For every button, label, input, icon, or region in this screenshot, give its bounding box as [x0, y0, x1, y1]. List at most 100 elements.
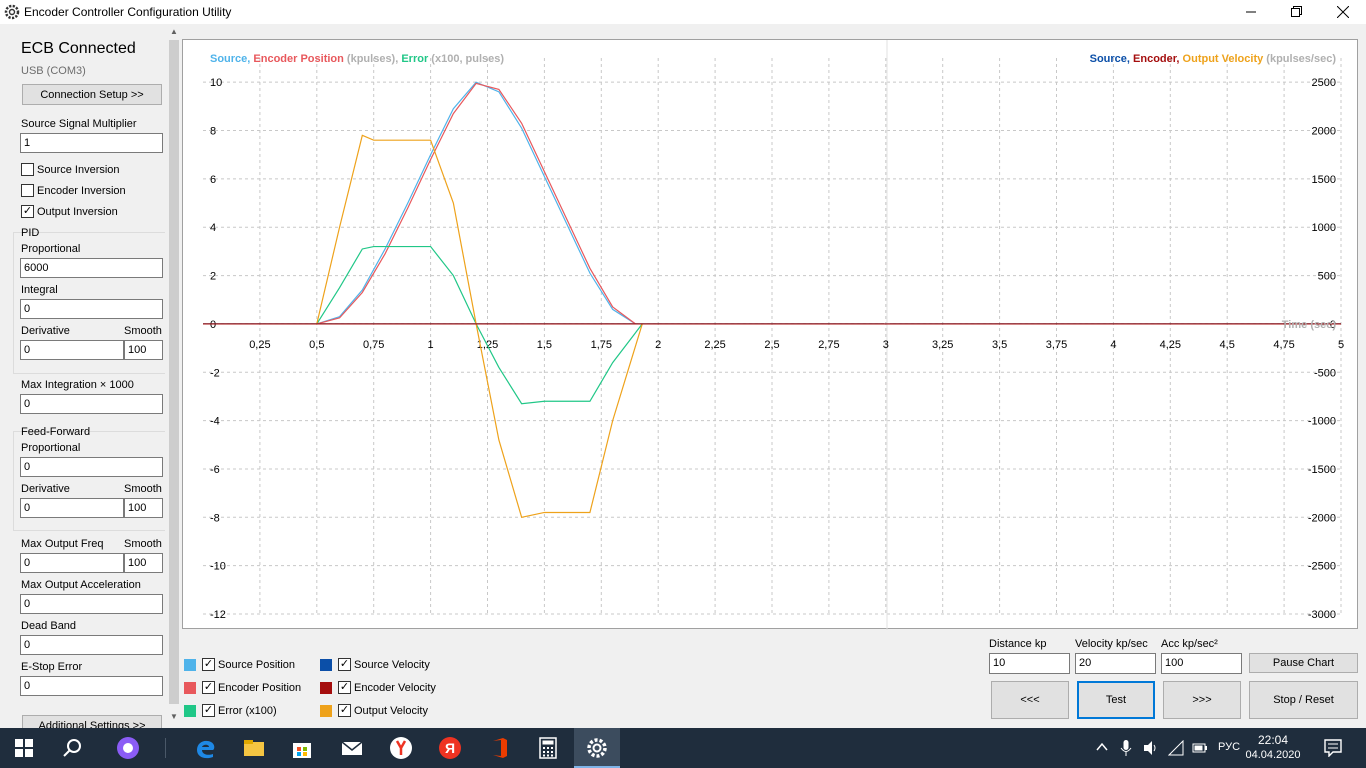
- network-icon[interactable]: [1168, 740, 1184, 756]
- active-app-tab[interactable]: [574, 728, 620, 768]
- max-integration-input[interactable]: 0: [20, 394, 163, 414]
- file-explorer-icon[interactable]: [242, 736, 266, 760]
- source-velocity-swatch: [320, 658, 332, 671]
- y-left-tick-label: -2: [210, 367, 220, 379]
- svg-text:Я: Я: [445, 740, 455, 756]
- volume-icon[interactable]: [1143, 740, 1159, 756]
- stop-reset-button[interactable]: Stop / Reset: [1249, 681, 1358, 719]
- yandex-browser-icon[interactable]: [389, 736, 413, 760]
- encoder-inversion-box[interactable]: [21, 184, 34, 197]
- edge-browser-icon[interactable]: [193, 736, 217, 760]
- encoder-position-checkbox[interactable]: ✓: [202, 681, 215, 694]
- ff-derivative-label: Derivative: [21, 483, 70, 495]
- additional-settings-button[interactable]: Additional Settings >>: [22, 715, 162, 728]
- scroll-down-icon[interactable]: ▼: [170, 712, 178, 721]
- clock-date[interactable]: 04.04.2020: [1243, 749, 1303, 761]
- scroll-up-icon[interactable]: ▲: [170, 27, 178, 36]
- y-right-tick-label: -3000: [1308, 609, 1336, 621]
- pid-integral-input[interactable]: 0: [20, 299, 163, 319]
- calculator-icon[interactable]: [536, 736, 560, 760]
- output-inversion-box[interactable]: ✓: [21, 205, 34, 218]
- store-icon[interactable]: [290, 736, 314, 760]
- max-output-acc-input[interactable]: 0: [20, 594, 163, 614]
- pid-derivative-input[interactable]: 0: [20, 340, 124, 360]
- legend-source-position[interactable]: ✓ Source Position: [184, 658, 295, 671]
- chart-panel: 0,25 0,5 0,75 1 1,25 1,5 1,75 2 2,25 2,5 2,75 3 3,25…: [182, 39, 1358, 630]
- right-chart-title: Source, Encoder, Output Velocity (kpulse…: [1090, 53, 1337, 65]
- gear-icon: [587, 738, 607, 758]
- legend-encoder-position[interactable]: ✓ Encoder Position: [184, 681, 301, 694]
- source-multiplier-input[interactable]: 1: [20, 133, 163, 153]
- language-indicator[interactable]: РУС: [1218, 741, 1240, 753]
- x-tick-label: 1: [428, 339, 434, 351]
- max-output-acc-label: Max Output Acceleration: [21, 579, 141, 591]
- restore-button[interactable]: [1274, 0, 1320, 24]
- ff-smooth-label: Smooth: [124, 483, 162, 495]
- x-tick-label: 3,25: [932, 339, 953, 351]
- battery-icon[interactable]: [1192, 740, 1208, 756]
- velocity-input[interactable]: 20: [1075, 653, 1156, 674]
- distance-label: Distance kp: [989, 638, 1047, 650]
- pause-chart-button[interactable]: Pause Chart: [1249, 653, 1358, 673]
- mail-icon[interactable]: [340, 736, 364, 760]
- legend-encoder-velocity[interactable]: ✓ Encoder Velocity: [320, 681, 436, 694]
- estop-input[interactable]: 0: [20, 676, 163, 696]
- search-icon[interactable]: [60, 736, 84, 760]
- output-velocity-checkbox[interactable]: ✓: [338, 704, 351, 717]
- left-chart-title: Source, Encoder Position (kpulses), Erro…: [210, 53, 504, 65]
- pid-smooth-input[interactable]: 100: [124, 340, 163, 360]
- x-tick-label: 2: [655, 339, 661, 351]
- max-output-freq-input[interactable]: 0: [20, 553, 124, 573]
- chart: 0,25 0,5 0,75 1 1,25 1,5 1,75 2 2,25 2,5 2,75 3 3,25…: [203, 40, 1344, 630]
- encoder-inversion-label: Encoder Inversion: [37, 184, 126, 197]
- microphone-icon[interactable]: [1120, 739, 1132, 757]
- notification-icon[interactable]: [1324, 739, 1342, 757]
- max-output-freq-smooth-input[interactable]: 100: [124, 553, 163, 573]
- ff-smooth-input[interactable]: 100: [124, 498, 163, 518]
- encoder-inversion-checkbox[interactable]: Encoder Inversion: [21, 184, 126, 197]
- legend-error[interactable]: ✓ Error (x100): [184, 704, 277, 717]
- office-icon[interactable]: [487, 736, 511, 760]
- minimize-button[interactable]: [1228, 0, 1274, 24]
- dead-band-input[interactable]: 0: [20, 635, 163, 655]
- pid-proportional-input[interactable]: 6000: [20, 258, 163, 278]
- distance-input[interactable]: 10: [989, 653, 1070, 674]
- encoder-position-swatch: [184, 681, 196, 694]
- source-position-checkbox[interactable]: ✓: [202, 658, 215, 671]
- encoder-velocity-checkbox[interactable]: ✓: [338, 681, 351, 694]
- y-right-tick-label: -500: [1314, 367, 1336, 379]
- x-tick-label: 5: [1338, 339, 1344, 351]
- alice-assistant-icon[interactable]: [116, 736, 140, 760]
- output-inversion-checkbox[interactable]: ✓ Output Inversion: [21, 205, 118, 218]
- back-button[interactable]: <<<: [991, 681, 1069, 719]
- legend-source-velocity[interactable]: ✓ Source Velocity: [320, 658, 430, 671]
- output-inversion-label: Output Inversion: [37, 205, 118, 218]
- yandex-icon[interactable]: Я: [438, 736, 462, 760]
- scroll-thumb[interactable]: [169, 40, 179, 704]
- connection-setup-button[interactable]: Connection Setup >>: [22, 84, 162, 105]
- source-inversion-box[interactable]: [21, 163, 34, 176]
- settings-scrollbar[interactable]: ▲ ▼: [167, 24, 181, 728]
- test-button[interactable]: Test: [1077, 681, 1155, 719]
- pid-derivative-label: Derivative: [21, 325, 70, 337]
- pid-integral-label: Integral: [21, 284, 58, 296]
- close-button[interactable]: [1320, 0, 1366, 24]
- settings-panel: ECB Connected USB (COM3) Connection Setu…: [0, 24, 168, 728]
- x-tick-label: 3,75: [1046, 339, 1067, 351]
- legend-output-velocity[interactable]: ✓ Output Velocity: [320, 704, 428, 717]
- source-inversion-checkbox[interactable]: Source Inversion: [21, 163, 120, 176]
- clock-time[interactable]: 22:04: [1253, 733, 1293, 747]
- pid-label: PID: [21, 227, 40, 239]
- forward-button[interactable]: >>>: [1163, 681, 1241, 719]
- ff-proportional-label: Proportional: [21, 442, 81, 454]
- ff-derivative-input[interactable]: 0: [20, 498, 124, 518]
- acc-input[interactable]: 100: [1161, 653, 1242, 674]
- error-checkbox[interactable]: ✓: [202, 704, 215, 717]
- close-icon: [1337, 6, 1349, 18]
- windows-start-icon[interactable]: [12, 736, 36, 760]
- x-tick-label: 1,75: [591, 339, 612, 351]
- chevron-up-icon[interactable]: [1096, 742, 1108, 752]
- y-left-tick-label: 6: [210, 174, 216, 186]
- source-velocity-checkbox[interactable]: ✓: [338, 658, 351, 671]
- ff-proportional-input[interactable]: 0: [20, 457, 163, 477]
